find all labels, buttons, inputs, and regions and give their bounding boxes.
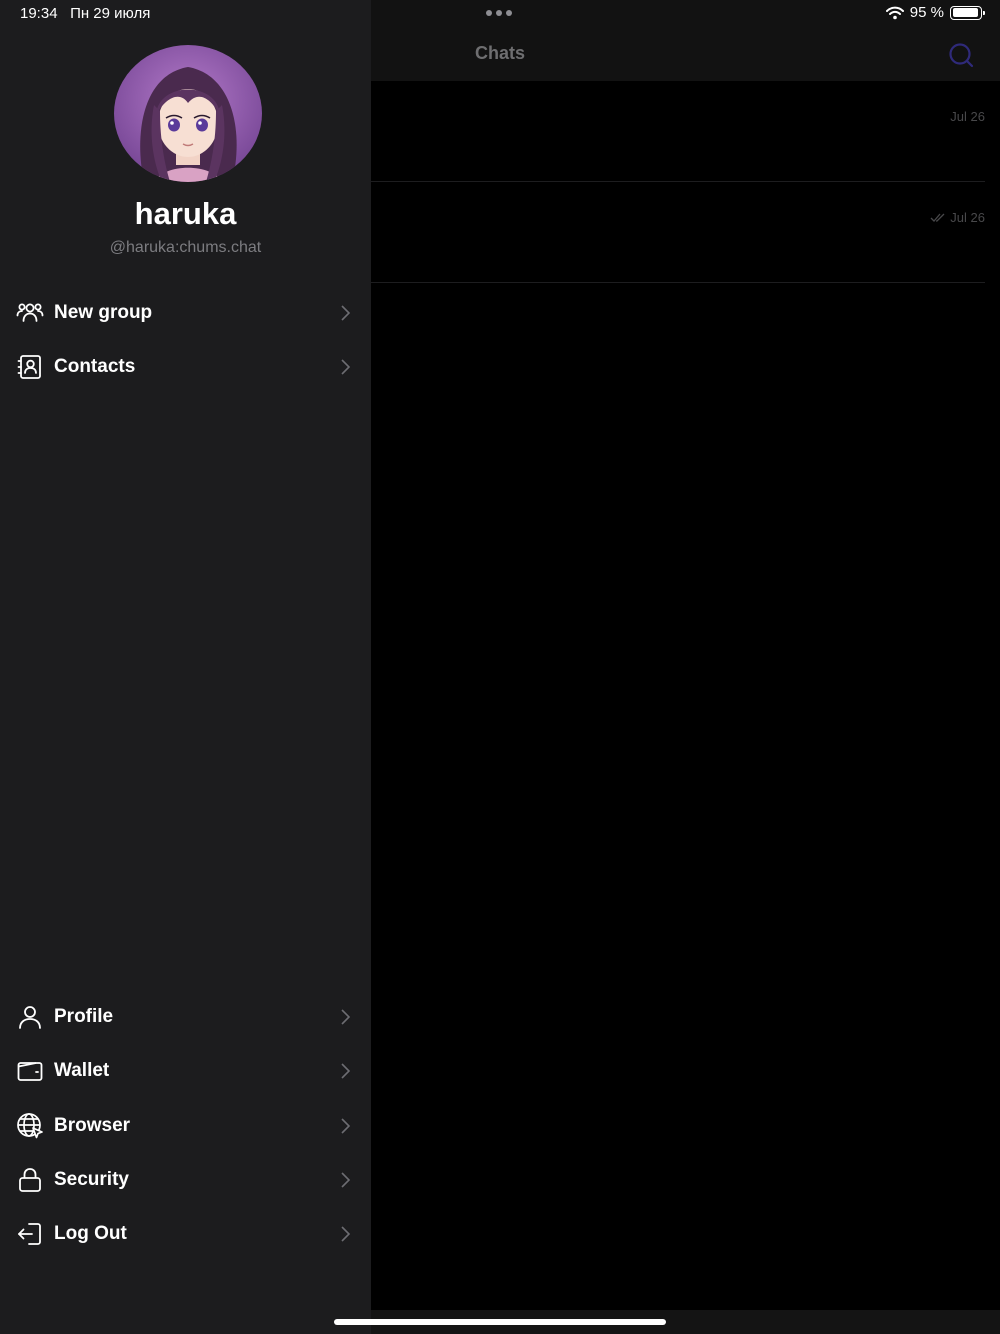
menu-item-contacts[interactable]: Contacts [0, 340, 371, 394]
status-indicators: 95 % [885, 4, 985, 21]
menu-item-profile[interactable]: Profile [0, 990, 371, 1044]
chat-date: Jul 26 [950, 109, 985, 124]
wifi-icon [885, 6, 904, 19]
status-clock: 19:34 Пн 29 июля [20, 5, 151, 22]
chevron-right-icon [341, 1226, 351, 1242]
lock-icon [15, 1166, 44, 1195]
chevron-right-icon [341, 1009, 351, 1025]
menu-item-logout[interactable]: Log Out [0, 1207, 371, 1261]
side-drawer: haruka @haruka:chums.chat New group Cont… [0, 0, 371, 1334]
home-indicator[interactable] [334, 1319, 666, 1325]
battery-percent: 95 % [909, 4, 944, 21]
search-icon[interactable] [948, 42, 974, 68]
page-title: Chats [474, 43, 525, 63]
menu-item-browser[interactable]: Browser [0, 1099, 371, 1153]
chevron-right-icon [341, 305, 351, 321]
menu-label: Browser [54, 1115, 131, 1136]
chevron-right-icon [341, 359, 351, 375]
menu-label: Security [54, 1169, 129, 1190]
chevron-right-icon [341, 1063, 351, 1079]
menu-label: Profile [54, 1006, 114, 1027]
menu-item-wallet[interactable]: Wallet [0, 1044, 371, 1098]
battery-icon [950, 5, 985, 20]
menu-label: Wallet [54, 1060, 110, 1081]
menu-item-new-group[interactable]: New group [0, 286, 371, 340]
menu-item-security[interactable]: Security [0, 1153, 371, 1207]
user-name: haruka [134, 196, 237, 231]
chats-screen: Chats Jul 26 Jul 26 [371, 0, 1000, 1310]
multitasking-dots-icon[interactable] [486, 10, 512, 16]
wallet-icon [15, 1057, 44, 1086]
logout-icon [15, 1220, 44, 1249]
person-icon [15, 1003, 44, 1032]
chat-row[interactable]: Jul 26 [371, 81, 985, 182]
status-bar: 19:34 Пн 29 июля 95 % [0, 0, 1000, 28]
menu-label: New group [54, 302, 153, 323]
contacts-icon [15, 353, 44, 382]
globe-icon [15, 1112, 44, 1141]
double-check-icon [930, 213, 945, 222]
menu-label: Contacts [54, 356, 136, 377]
menu-label: Log Out [54, 1223, 127, 1244]
chat-date: Jul 26 [930, 210, 985, 225]
group-icon [15, 299, 44, 328]
chevron-right-icon [341, 1172, 351, 1188]
avatar[interactable] [114, 45, 262, 182]
chevron-right-icon [341, 1118, 351, 1134]
chat-row[interactable]: Jul 26 [371, 182, 985, 283]
user-handle: @haruka:chums.chat [109, 239, 262, 256]
